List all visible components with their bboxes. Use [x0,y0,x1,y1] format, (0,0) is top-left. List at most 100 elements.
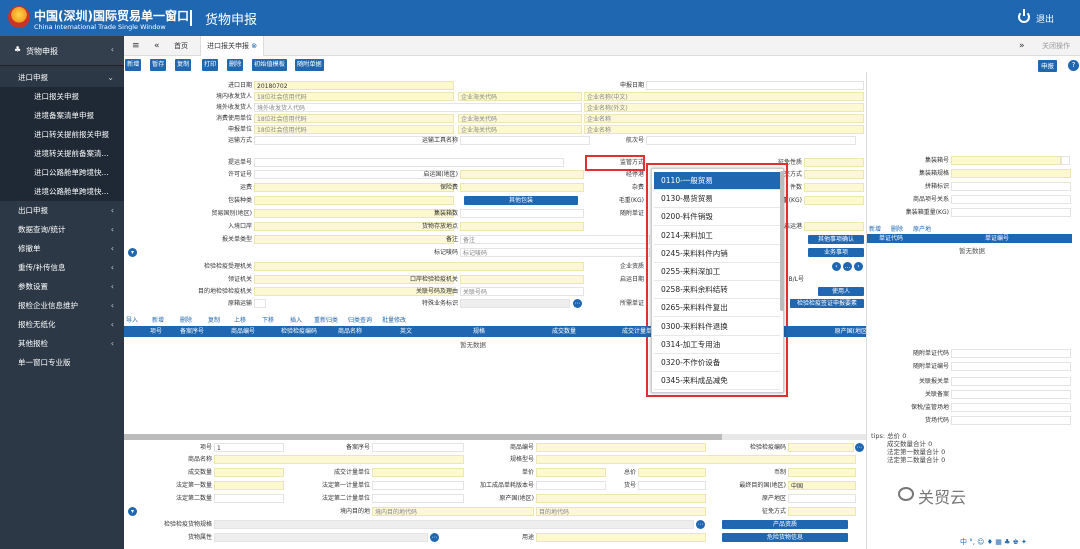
grid-column-header[interactable]: 英文 [386,326,426,337]
record-no-field[interactable] [372,443,464,452]
attached-code-field[interactable] [951,349,1071,358]
double-left-icon[interactable]: « [154,36,160,56]
goods-place-field[interactable] [460,222,584,231]
dropdown-option[interactable]: 0314-加工专用油 [654,336,780,354]
trade-qty-field[interactable] [214,468,284,477]
grid-toolbar-button[interactable]: 上移 [234,315,246,324]
grid-toolbar-button[interactable]: 重新归类 [314,315,338,324]
dropdown-option[interactable]: 0320-不作价设备 [654,354,780,372]
dropdown-option[interactable]: 0255-来料深加工 [654,263,780,281]
grid-column-header[interactable]: 项号 [148,326,164,337]
related-decl-field[interactable] [951,377,1071,386]
sidebar-item[interactable]: 进口公路舱单跨境快... [0,163,124,182]
origin-field[interactable] [536,494,706,503]
attached-toolbar-button[interactable]: 新增 [869,224,881,233]
final-dest-field[interactable]: 中国 [788,481,856,490]
tab-import-declare[interactable]: 进口报关申报 ⊗ [200,36,265,56]
grid-column-header[interactable]: 原产国(地区) [834,326,870,337]
version-no-field[interactable] [536,481,606,490]
declare-date-field[interactable] [646,81,864,90]
grid-scrollbar-thumb[interactable] [124,434,722,440]
packaging-field[interactable] [254,196,454,205]
origin-country-field[interactable] [460,170,584,179]
declarant-name-field[interactable]: 企业名称 [584,125,864,134]
business-matters-button[interactable]: 业务事项 [808,248,864,257]
dest-port-field[interactable] [804,222,864,231]
special-dropdown-icon[interactable]: ⋯ [573,299,582,308]
chevron-left-icon[interactable]: ‹ [111,258,114,277]
net-field[interactable] [804,196,864,205]
toolbar-button[interactable]: 新增 [125,59,142,71]
double-right-icon[interactable]: » [1019,36,1025,56]
consumer-field[interactable]: 18位社会信用代码 [254,114,454,123]
sidebar-item[interactable]: 重传/补传信息 ‹ [0,258,124,277]
insp-code-field[interactable] [788,443,854,452]
expand-icon[interactable]: ▾ [128,248,137,257]
pin-mark-field[interactable] [951,182,1071,191]
dropdown-option[interactable]: 0258-来料余料结转 [654,281,780,300]
bonded-place-field[interactable] [951,403,1071,412]
attached-toolbar-button[interactable]: 原产地 [913,224,931,233]
dropdown-option[interactable]: 0300-来料料件退换 [654,318,780,336]
currency-field[interactable] [788,468,856,477]
sidebar-item[interactable]: 出口申报 ‹ [0,201,124,220]
container-checkbox[interactable] [1061,156,1070,165]
import-date-field[interactable]: 20180702 [254,81,454,90]
insp-spec-dropdown-icon[interactable]: ⋯ [696,520,705,529]
goods-relation-field[interactable] [951,195,1071,204]
container-count-field[interactable] [460,209,584,218]
dropdown-option[interactable]: 0345-来料成品减免 [654,372,780,391]
chevron-left-icon[interactable]: ‹ [111,277,114,296]
voyage-field[interactable] [646,136,856,145]
related-no-field[interactable]: 关联号码 [460,287,584,296]
consignee-name-field[interactable]: 企业名称(中文) [584,92,864,101]
grid-toolbar-button[interactable]: 插入 [290,315,302,324]
toolbar-button[interactable]: 删除 [227,59,244,71]
dropdown-option[interactable]: 0214-来料加工 [654,227,780,245]
consumer-code-field[interactable]: 企业海关代码 [458,114,582,123]
inspection-cert-button[interactable]: 检验检疫签证申报要素 [790,299,864,308]
toolbar-button[interactable]: 随附单据 [295,59,324,71]
grid-toolbar-button[interactable]: 新增 [152,315,164,324]
sidebar-item[interactable]: 报检无纸化 ‹ [0,315,124,334]
lower-expand-icon[interactable]: ▾ [128,507,137,516]
sidebar-item[interactable]: 进口报关申报 [0,87,124,106]
grid-column-header[interactable]: 商品名称 [328,326,372,337]
grid-column-header[interactable]: 备案序号 [172,326,212,337]
bill-field[interactable] [254,158,564,167]
declarant-code-field[interactable]: 企业海关代码 [458,125,582,134]
dropdown-option[interactable]: 0110-一般贸易 [654,172,780,190]
toolbar-button[interactable]: 初始值模板 [252,59,287,71]
goods-attr-field[interactable] [214,533,428,542]
sidebar-item[interactable]: 修撤单 ‹ [0,239,124,258]
toolbar-button[interactable]: 复制 [175,59,192,71]
dropdown-option[interactable]: 0200-料件销毁 [654,208,780,227]
grid-column-header[interactable]: 检验检疫编码 [274,326,324,337]
qual-next-icon[interactable]: › [854,262,863,271]
sidebar-item[interactable]: 数据查询/统计 ‹ [0,220,124,239]
insp-spec-field[interactable] [214,520,694,529]
chevron-left-icon[interactable]: ‹ [111,315,114,334]
trade-unit-field[interactable] [372,468,464,477]
chevron-left-icon[interactable]: ‹ [111,296,114,315]
legal-qty1-field[interactable] [214,481,284,490]
mark-field[interactable]: 标记唛码 [460,248,650,257]
overseas-name-field[interactable]: 企业名称(外文) [584,103,864,112]
close-ops-dropdown[interactable]: 关闭操作 [1042,36,1070,56]
attached-toolbar-button[interactable]: 删除 [891,224,903,233]
close-tab-icon[interactable]: ⊗ [251,42,257,50]
remarks-field[interactable]: 备注 [460,235,650,244]
supervision-field-highlight[interactable] [585,155,645,171]
other-packaging-button[interactable]: 其他包装 [464,196,578,205]
insp-code-dropdown-icon[interactable]: ⋯ [855,443,864,452]
dest-code-field[interactable]: 目的地代码 [536,507,706,516]
item-no-field[interactable]: 1 [214,443,284,452]
input-method-tray[interactable]: 中 °, ☺ ♦ ▦ ♣ ♚ ✦ [960,537,1027,547]
sidebar-head[interactable]: ♣ 货物申报 ‹ [0,36,124,66]
goods-name-field[interactable] [214,455,464,464]
legal-unit2-field[interactable] [372,494,464,503]
chevron-down-icon[interactable]: ⌄ [107,68,114,87]
grid-toolbar-button[interactable]: 归类查询 [348,315,372,324]
port-auth-field[interactable] [460,275,584,284]
overseas-code-field[interactable]: 境外收发货人代码 [254,103,582,112]
